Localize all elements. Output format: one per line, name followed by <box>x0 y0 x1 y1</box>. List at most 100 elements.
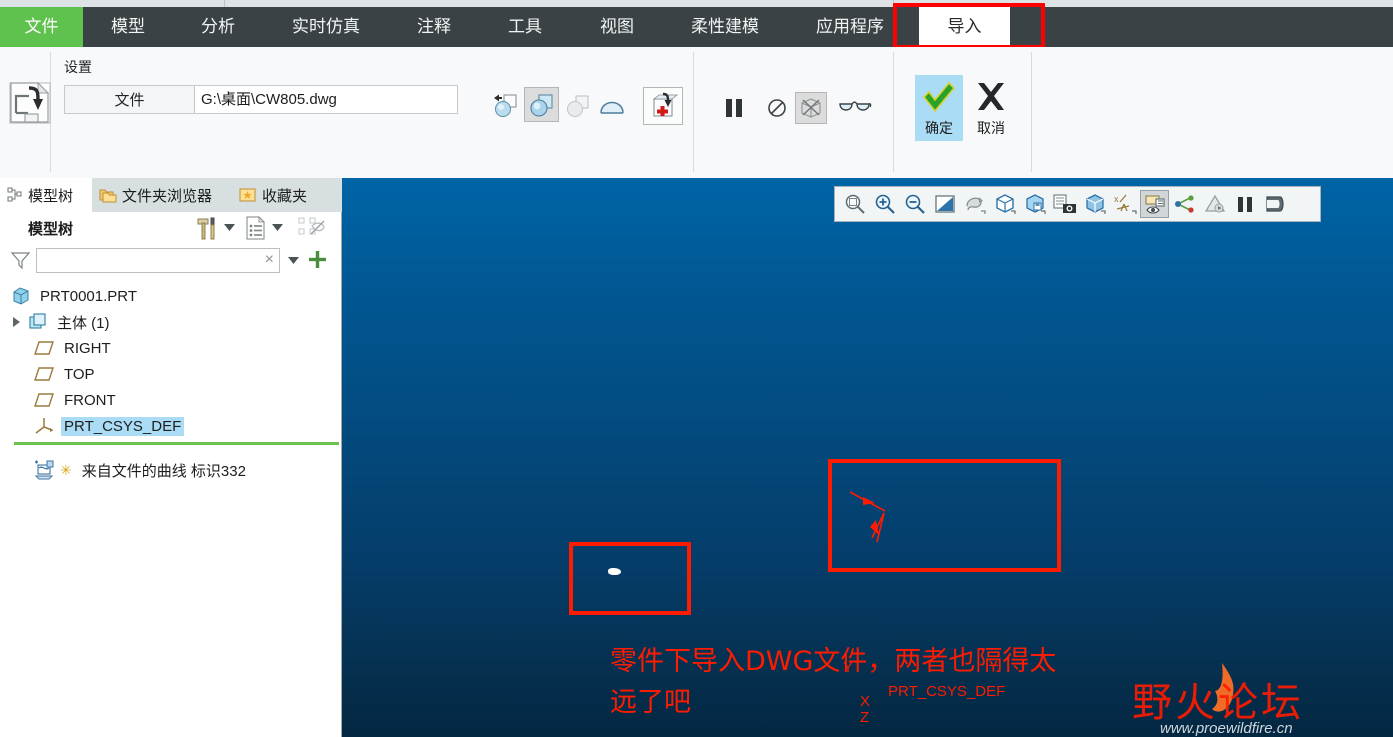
tab-analysis[interactable]: 分析 <box>173 7 263 47</box>
creo-window: 文件 模型 分析 实时仿真 注释 工具 视图 柔性建模 应用程序 导入 设置 文… <box>0 0 1393 737</box>
annotation-line-2: 远了吧 <box>610 687 691 718</box>
tree-item-right-plane-label: RIGHT <box>64 339 111 357</box>
plane-icon <box>34 367 54 381</box>
pause-icon[interactable] <box>718 92 750 124</box>
plane-icon <box>34 393 54 407</box>
hide-tree-icon <box>298 216 325 240</box>
close-x-icon <box>978 83 1004 110</box>
new-feature-star-icon: ✳ <box>60 461 72 478</box>
tree-item-top-plane-label: TOP <box>64 365 95 383</box>
expander-icon[interactable] <box>12 317 22 327</box>
solid-body-icon[interactable] <box>562 89 593 120</box>
add-filter-icon[interactable] <box>309 251 326 268</box>
model-tree: PRT0001.PRT 主体 (1) RIGHT TOP FRONT PRT_C… <box>0 278 342 737</box>
nav-tab-model-tree-label: 模型树 <box>28 187 74 205</box>
nav-tab-folder-browser-label: 文件夹浏览器 <box>122 187 213 205</box>
tree-item-curve-from-file[interactable]: ✳ 来自文件的曲线 标识332 <box>34 458 249 482</box>
datum-display-icon[interactable]: x <box>1110 190 1139 218</box>
strip-tick <box>893 0 894 7</box>
display-list-icon[interactable] <box>245 216 267 240</box>
tab-annotate[interactable]: 注释 <box>389 7 479 47</box>
navigator-tab-bar: 模型树 文件夹浏览器 收藏夹 <box>0 178 342 212</box>
ok-button[interactable]: 确定 <box>915 75 963 141</box>
quick-access-strip[interactable] <box>0 0 1393 7</box>
file-path-input[interactable] <box>195 85 458 114</box>
nav-tab-favorites[interactable]: 收藏夹 <box>232 178 337 212</box>
layer-icon[interactable] <box>1260 190 1289 218</box>
check-icon <box>922 81 956 113</box>
tree-item-front-plane-label: FRONT <box>64 391 116 409</box>
ribbon-separator <box>893 52 894 172</box>
chevron-down-icon[interactable] <box>224 223 235 231</box>
annotation-display-icon[interactable] <box>1140 190 1169 218</box>
import-as-new-body-icon[interactable] <box>490 89 521 120</box>
settings-hammer-icon[interactable] <box>196 215 220 241</box>
import-file-icon[interactable] <box>8 80 52 126</box>
tree-icon <box>7 187 23 203</box>
model-tree-filter-row: × <box>0 244 342 276</box>
folder-icon <box>99 187 117 203</box>
pause-icon[interactable] <box>1230 190 1259 218</box>
bodies-icon <box>29 313 47 331</box>
model-tree-filter-box[interactable]: × <box>36 248 280 273</box>
tree-item-top-plane[interactable]: TOP <box>34 362 98 386</box>
tree-item-right-plane[interactable]: RIGHT <box>34 336 114 360</box>
tree-item-csys[interactable]: PRT_CSYS_DEF <box>34 414 185 438</box>
nav-tab-model-tree[interactable]: 模型树 <box>0 178 92 212</box>
annotation-line-1: 零件下导入DWG文件，两者也隔得太 <box>610 646 1057 677</box>
tab-applications[interactable]: 应用程序 <box>787 7 913 47</box>
wireframe-hidden-icon[interactable] <box>795 92 827 124</box>
repaint-icon[interactable] <box>930 190 959 218</box>
tab-view[interactable]: 视图 <box>571 7 663 47</box>
csys-icon <box>34 417 54 435</box>
zoom-in-icon[interactable] <box>870 190 899 218</box>
graphics-toolbar: x <box>834 186 1321 222</box>
filter-funnel-icon[interactable] <box>10 252 31 270</box>
model-tree-title: 模型树 <box>28 221 74 238</box>
surface-quilt-icon[interactable] <box>596 89 627 120</box>
strip-tick <box>224 0 225 7</box>
tab-file[interactable]: 文件 <box>0 7 83 47</box>
zoom-to-fit-icon[interactable] <box>840 190 869 218</box>
tree-item-front-plane[interactable]: FRONT <box>34 388 119 412</box>
part-icon <box>12 287 30 305</box>
svg-text:x: x <box>1114 194 1119 204</box>
model-tree-filter-input[interactable] <box>37 249 259 272</box>
nav-tab-folder-browser[interactable]: 文件夹浏览器 <box>92 178 232 212</box>
plane-icon <box>34 341 54 355</box>
zoom-out-icon[interactable] <box>900 190 929 218</box>
ribbon-separator <box>1031 52 1032 172</box>
filter-dropdown-icon[interactable] <box>288 256 299 264</box>
graphics-viewport[interactable]: x Y X Z PRT_CSYS_DEF 零件下导入DWG文件，两者也隔得太 远… <box>342 178 1393 737</box>
glasses-preview-icon[interactable] <box>838 95 872 121</box>
perspective-view-icon[interactable] <box>1200 190 1229 218</box>
cancel-button[interactable]: 取消 <box>967 75 1015 141</box>
tab-model[interactable]: 模型 <box>83 7 173 47</box>
saved-view-icon[interactable] <box>1020 190 1049 218</box>
tab-tools[interactable]: 工具 <box>479 7 571 47</box>
tab-live-sim[interactable]: 实时仿真 <box>263 7 389 47</box>
ribbon-tab-bar: 文件 模型 分析 实时仿真 注释 工具 视图 柔性建模 应用程序 导入 <box>0 7 1393 47</box>
watermark-url: www.proewildfire.cn <box>1160 720 1293 737</box>
tree-item-part[interactable]: PRT0001.PRT <box>12 284 140 308</box>
view-orientation-icon[interactable] <box>990 190 1019 218</box>
ok-button-label: 确定 <box>925 120 953 136</box>
appearance-gallery-icon[interactable] <box>1170 190 1199 218</box>
ribbon-panel: 设置 文件 放置 选项 属性 主体选项 <box>0 47 1393 223</box>
merge-bodies-icon[interactable] <box>524 87 559 122</box>
display-style-icon[interactable] <box>1080 190 1109 218</box>
tab-flexible[interactable]: 柔性建模 <box>663 7 787 47</box>
clear-filter-icon[interactable]: × <box>265 251 274 269</box>
spin-center-icon[interactable] <box>960 190 989 218</box>
tree-item-part-label: PRT0001.PRT <box>40 287 137 305</box>
csys-triad <box>849 491 886 543</box>
tree-item-bodies[interactable]: 主体 (1) <box>12 310 113 334</box>
view-manager-icon[interactable] <box>1050 190 1079 218</box>
navigator-panel: 模型树 文件夹浏览器 收藏夹 模型树 × PRT0001.PRT 主体 (1) … <box>0 178 342 737</box>
add-body-icon[interactable] <box>643 87 683 125</box>
tab-import[interactable]: 导入 <box>919 7 1010 47</box>
file-field-row: 文件 <box>64 85 458 114</box>
no-entry-icon[interactable] <box>764 95 790 121</box>
chevron-down-icon[interactable] <box>272 223 283 231</box>
ribbon-separator <box>693 52 694 172</box>
